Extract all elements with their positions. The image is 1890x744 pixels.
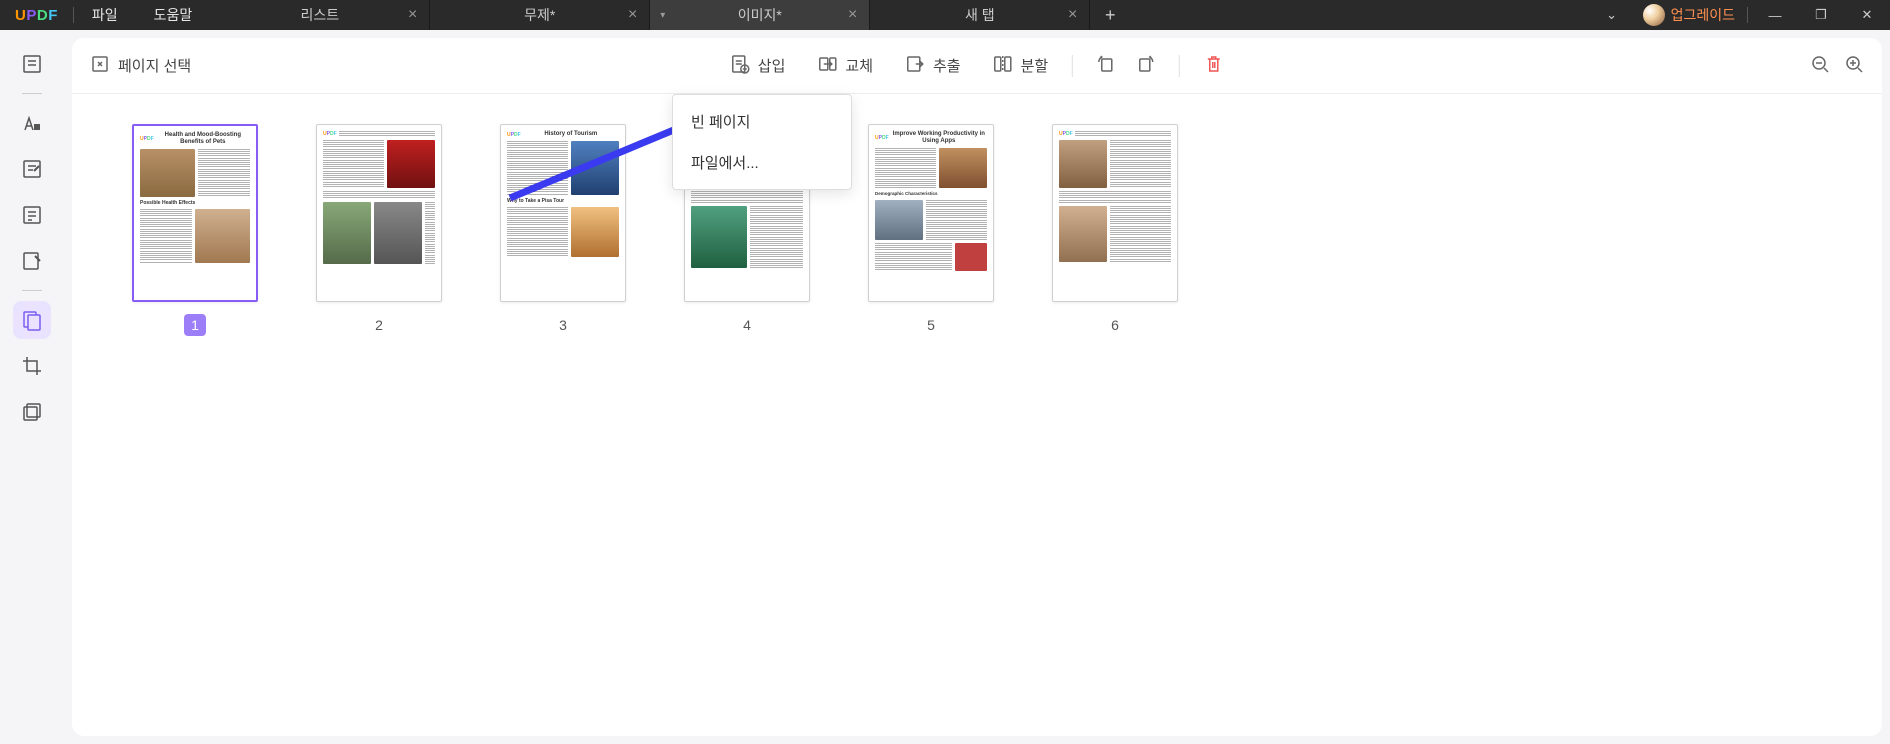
thumb-subtitle: Demographic Characteristics [875, 191, 987, 196]
restore-icon[interactable]: ❐ [1798, 0, 1844, 30]
insert-button[interactable]: 삽입 [730, 54, 786, 77]
page-thumbnail-5[interactable]: UPDFImprove Working Productivity in Usin… [868, 124, 994, 302]
tab-label: 무제* [524, 5, 555, 25]
upgrade-label: 업그레이드 [1671, 5, 1735, 25]
extract-label: 추출 [933, 55, 961, 76]
thumbnails-area: UPDF Health and Mood-Boosting Benefits of… [72, 94, 1882, 736]
close-window-icon[interactable]: ✕ [1844, 0, 1890, 30]
tab-new[interactable]: 새 탭 × [870, 0, 1090, 30]
close-icon[interactable]: × [848, 6, 857, 24]
pin-icon: ▾ [660, 10, 665, 21]
form-tool-icon[interactable] [13, 196, 51, 234]
tab-label: 새 탭 [965, 5, 995, 25]
page-thumbnail-6[interactable]: UPDF [1052, 124, 1178, 302]
page-number: 4 [736, 314, 758, 336]
thumbnails-grid: UPDF Health and Mood-Boosting Benefits of… [132, 124, 1842, 336]
thumb-subtitle: Why to Take a Pisa Tour [507, 198, 619, 204]
tab-untitled[interactable]: 무제* × [430, 0, 650, 30]
center-tools: 삽입 교체 추출 분할 [730, 54, 1224, 77]
sign-tool-icon[interactable] [13, 242, 51, 280]
replace-label: 교체 [845, 55, 873, 76]
titlebar: UPDF 파일 도움말 리스트 × 무제* × ▾ 이미지* × 새 탭 × +… [0, 0, 1890, 30]
thumb-col: UPDFHistory of Tourism Why to Take a Pis… [500, 124, 626, 336]
window-controls: ⌄ 업그레이드 — ❐ ✕ [1589, 0, 1890, 30]
rotate-right-button[interactable] [1135, 54, 1155, 77]
thumb-col: UPDFHealth and Mood-Boosting Benefits of… [132, 124, 258, 336]
page-toolbar: 페이지 선택 삽입 교체 추출 [72, 38, 1882, 94]
extract-button[interactable]: 추출 [905, 54, 961, 77]
page-number: 5 [920, 314, 942, 336]
page-thumbnail-3[interactable]: UPDFHistory of Tourism Why to Take a Pis… [500, 124, 626, 302]
insert-dropdown: 빈 페이지 파일에서... [672, 94, 852, 190]
app-body: 페이지 선택 삽입 교체 추출 [0, 30, 1890, 744]
add-tab-button[interactable]: + [1090, 0, 1130, 30]
minimize-icon[interactable]: — [1752, 0, 1798, 30]
upgrade-button[interactable]: 업그레이드 [1635, 4, 1743, 26]
menu-help[interactable]: 도움말 [136, 5, 211, 25]
page-thumbnail-2[interactable]: UPDF [316, 124, 442, 302]
separator [1072, 55, 1073, 77]
delete-button[interactable] [1204, 54, 1224, 77]
separator [1747, 7, 1748, 23]
menu-file[interactable]: 파일 [74, 5, 136, 25]
dropdown-blank-page[interactable]: 빈 페이지 [673, 101, 851, 142]
thumb-title: History of Tourism [523, 131, 619, 138]
page-number: 3 [552, 314, 574, 336]
chevron-down-icon[interactable]: ⌄ [1589, 0, 1635, 30]
app-logo: UPDF [0, 7, 73, 24]
separator [1179, 55, 1180, 77]
thumb-col: UPDFImprove Working Productivity in Usin… [868, 124, 994, 336]
rotate-left-button[interactable] [1097, 54, 1117, 77]
toolbar-right [1810, 54, 1864, 77]
thumb-col: UPDF 6 [1052, 124, 1178, 336]
page-thumbnail-1[interactable]: UPDFHealth and Mood-Boosting Benefits of… [132, 124, 258, 302]
crop-tool-icon[interactable] [13, 347, 51, 385]
separator [22, 290, 42, 291]
annotate-tool-icon[interactable] [13, 104, 51, 142]
thumb-title: Improve Working Productivity in Using Ap… [891, 131, 987, 145]
batch-tool-icon[interactable] [13, 393, 51, 431]
zoom-out-button[interactable] [1810, 54, 1830, 77]
select-page-button[interactable]: 페이지 선택 [90, 54, 191, 77]
thumb-title: Health and Mood-Boosting Benefits of Pet… [156, 132, 250, 146]
content-area: 페이지 선택 삽입 교체 추출 [72, 38, 1882, 736]
close-icon[interactable]: × [1068, 6, 1077, 24]
page-number: 1 [184, 314, 206, 336]
close-icon[interactable]: × [408, 6, 417, 24]
organize-pages-tool-icon[interactable] [13, 301, 51, 339]
page-number: 6 [1104, 314, 1126, 336]
left-sidebar [0, 30, 64, 744]
replace-button[interactable]: 교체 [817, 54, 873, 77]
separator [22, 93, 42, 94]
edit-tool-icon[interactable] [13, 150, 51, 188]
insert-label: 삽입 [758, 55, 786, 76]
tab-label: 리스트 [300, 5, 339, 25]
close-icon[interactable]: × [628, 6, 637, 24]
tab-label: 이미지* [738, 5, 782, 25]
dropdown-from-file[interactable]: 파일에서... [673, 142, 851, 183]
split-label: 분할 [1021, 55, 1049, 76]
document-tabs: 리스트 × 무제* × ▾ 이미지* × 새 탭 × + [210, 0, 1588, 30]
thumb-subtitle: Possible Health Effects [140, 200, 250, 206]
split-button[interactable]: 분할 [993, 54, 1049, 77]
zoom-in-button[interactable] [1844, 54, 1864, 77]
tab-list[interactable]: 리스트 × [210, 0, 430, 30]
thumb-col: UPDF 2 [316, 124, 442, 336]
page-number: 2 [368, 314, 390, 336]
reader-tool-icon[interactable] [13, 45, 51, 83]
avatar [1643, 4, 1665, 26]
tab-image[interactable]: ▾ 이미지* × [650, 0, 870, 30]
select-page-label: 페이지 선택 [118, 55, 191, 76]
